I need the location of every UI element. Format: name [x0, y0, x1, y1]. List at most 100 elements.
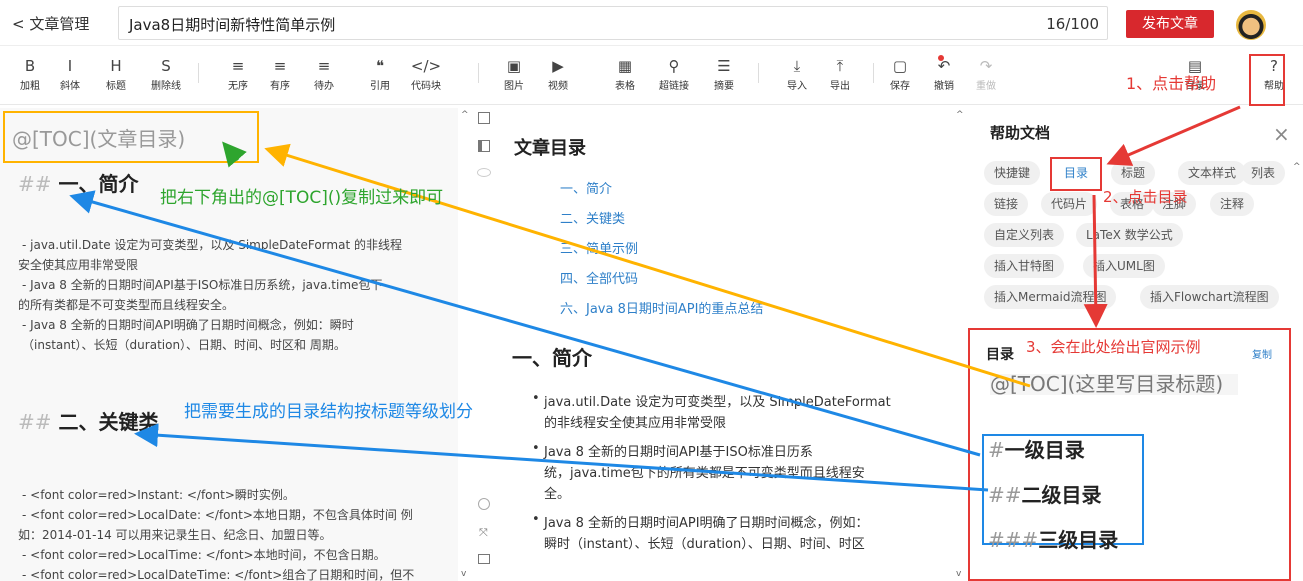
collapse-icon[interactable] — [478, 112, 490, 124]
toolbar-14-button[interactable]: ⤓ 导入 — [777, 55, 817, 92]
heading-level-prefix: ## — [988, 483, 1022, 507]
toolbar-8-button[interactable]: </> 代码块 — [406, 55, 446, 92]
toolbar-5-icon: ≡ — [273, 57, 287, 75]
chevron-left-icon: < — [12, 15, 25, 33]
help-chip-5[interactable]: 链接 — [984, 192, 1029, 216]
annotation-step-1: 1、点击帮助 — [1126, 74, 1217, 93]
help-title: 帮助文档 — [990, 124, 1051, 142]
help-chip-0[interactable]: 快捷键 — [984, 161, 1041, 185]
toc-link-2[interactable]: 三、简单示例 — [560, 238, 638, 257]
title-char-count: 16/100 — [1046, 15, 1099, 33]
top-bar: < 文章管理 Java8日期时间新特性简单示例 16/100 发布文章 — [0, 0, 1303, 46]
help-chip-3[interactable]: 文本样式 — [1178, 161, 1247, 185]
unsaved-dot — [938, 55, 944, 61]
help-chip-12[interactable]: 插入甘特图 — [984, 254, 1065, 278]
locate-icon[interactable] — [478, 498, 490, 510]
editor-line: - Java 8 全新的日期时间API明确了日期时间概念，例如：瞬时 — [22, 318, 354, 332]
heading-level-prefix: ### — [988, 528, 1039, 552]
annotation-step-3: 3、会在此处给出官网示例 — [1026, 338, 1201, 356]
toc-link-4[interactable]: 六、Java 8日期时间API的重点总结 — [560, 298, 763, 317]
toolbar-15-button[interactable]: ⤒ 导出 — [820, 55, 860, 92]
editor-line: - <font color=red>Instant: </font>瞬时实例。 — [22, 488, 295, 502]
toolbar-6-button[interactable]: ≡ 待办 — [304, 55, 344, 92]
editor-line: - <font color=red>LocalTime: </font>本地时间… — [22, 548, 386, 562]
help-button-highlight — [1249, 54, 1285, 106]
preview-eye-icon[interactable] — [477, 168, 491, 177]
toolbar-divider — [873, 63, 874, 83]
toolbar-12-button[interactable]: ⚲ 超链接 — [654, 55, 694, 92]
preview-bullet-line: 统，java.time包下的所有类都是不可变类型而且线程安 — [544, 466, 865, 481]
preview-toc-title: 文章目录 — [514, 138, 586, 159]
toolbar-18-label: 重做 — [976, 81, 996, 92]
back-to-article-management[interactable]: < 文章管理 — [12, 13, 89, 34]
toolbar-8-label: 代码块 — [411, 81, 441, 92]
markdown-editor[interactable]: @[TOC](文章目录) ## 一、简介 - java.util.Date 设定… — [0, 108, 458, 581]
toolbar-10-icon: ▶ — [552, 57, 564, 75]
toc-link-3[interactable]: 四、全部代码 — [560, 268, 638, 287]
toolbar-9-icon: ▣ — [506, 57, 522, 75]
editor-scrollbar[interactable]: ^ v — [460, 108, 470, 581]
toolbar-3-label: 删除线 — [151, 81, 181, 92]
help-toc-example: @[TOC](这里写目录标题) — [990, 374, 1238, 395]
help-chip-9[interactable]: 注释 — [1210, 192, 1255, 216]
heading-level-prefix: # — [988, 438, 1005, 462]
toolbar-divider — [758, 63, 759, 83]
preview-scrollbar[interactable]: ^ v — [955, 108, 965, 581]
sync-scroll-icon[interactable]: ⤧ — [479, 526, 488, 540]
toc-link-1[interactable]: 二、关键类 — [560, 208, 625, 227]
help-chip-10[interactable]: 自定义列表 — [984, 223, 1065, 247]
avatar[interactable] — [1236, 10, 1266, 40]
publish-button[interactable]: 发布文章 — [1126, 10, 1214, 38]
toolbar-6-icon: ≡ — [317, 57, 331, 75]
toolbar-11-button[interactable]: ▦ 表格 — [605, 55, 645, 92]
screen-icon[interactable] — [478, 554, 490, 564]
help-scrollbar[interactable]: ^ — [1292, 160, 1302, 420]
help-chip-13[interactable]: 插入UML图 — [1083, 254, 1165, 278]
toolbar-7-button[interactable]: ❝ 引用 — [360, 55, 400, 92]
toolbar-11-icon: ▦ — [617, 57, 633, 75]
copy-link[interactable]: 复制 — [1252, 346, 1272, 361]
toolbar-17-button[interactable]: ↶ 撤销 — [924, 55, 964, 92]
toolbar-8-icon: </> — [410, 57, 442, 75]
toolbar-12-icon: ⚲ — [668, 57, 680, 75]
toolbar-18-button[interactable]: ↷ 重做 — [966, 55, 1006, 92]
toolbar-13-button[interactable]: ☰ 摘要 — [704, 55, 744, 92]
toc-link-0[interactable]: 一、简介 — [560, 178, 612, 197]
help-chip-4[interactable]: 列表 — [1241, 161, 1286, 185]
split-view-icon[interactable] — [478, 140, 490, 152]
toolbar-2-label: 标题 — [106, 81, 126, 92]
help-chip-11[interactable]: LaTeX 数学公式 — [1076, 223, 1183, 247]
toolbar-4-label: 无序 — [228, 81, 248, 92]
toolbar-16-icon: ▢ — [892, 57, 908, 75]
toolbar-14-icon: ⤓ — [793, 57, 801, 75]
toolbar-4-button[interactable]: ≡ 无序 — [218, 55, 258, 92]
toc-markdown: @[TOC](文章目录) — [12, 127, 186, 151]
toolbar-0-button[interactable]: B 加粗 — [10, 55, 50, 92]
toolbar-3-button[interactable]: S 删除线 — [146, 55, 186, 92]
toolbar-6-label: 待办 — [314, 81, 334, 92]
toolbar-10-button[interactable]: ▶ 视频 — [538, 55, 578, 92]
toolbar-11-label: 表格 — [615, 81, 635, 92]
toolbar-5-button[interactable]: ≡ 有序 — [260, 55, 300, 92]
editor-line: 安全使其应用非常受限 — [18, 258, 139, 272]
help-chip-15[interactable]: 插入Flowchart流程图 — [1140, 285, 1279, 309]
help-chip-14[interactable]: 插入Mermaid流程图 — [984, 285, 1117, 309]
help-chip-6[interactable]: 代码片 — [1041, 192, 1098, 216]
preview-heading-1: 一、简介 — [512, 346, 592, 370]
toolbar-1-button[interactable]: I 斜体 — [50, 55, 90, 92]
toolbar-4-icon: ≡ — [231, 57, 245, 75]
toolbar-2-button[interactable]: H 标题 — [96, 55, 136, 92]
toolbar-divider — [478, 63, 479, 83]
heading-level-2: ##二级目录 — [988, 479, 1102, 508]
toolbar-17-icon: ↶ — [937, 57, 951, 75]
toolbar-16-button[interactable]: ▢ 保存 — [880, 55, 920, 92]
toolbar-9-button[interactable]: ▣ 图片 — [494, 55, 534, 92]
heading-text: 二、关键类 — [58, 410, 159, 434]
help-chip-2[interactable]: 标题 — [1111, 161, 1156, 185]
heading-prefix: ## — [18, 410, 52, 434]
editor-line: - <font color=red>LocalDateTime: </font>… — [22, 568, 415, 581]
article-title-input[interactable]: Java8日期时间新特性简单示例 16/100 — [118, 6, 1108, 40]
toolbar-10-label: 视频 — [548, 81, 568, 92]
close-icon[interactable]: × — [1273, 122, 1290, 146]
preview-bullet-line: Java 8 全新的日期时间API明确了日期时间概念，例如： — [532, 512, 869, 531]
